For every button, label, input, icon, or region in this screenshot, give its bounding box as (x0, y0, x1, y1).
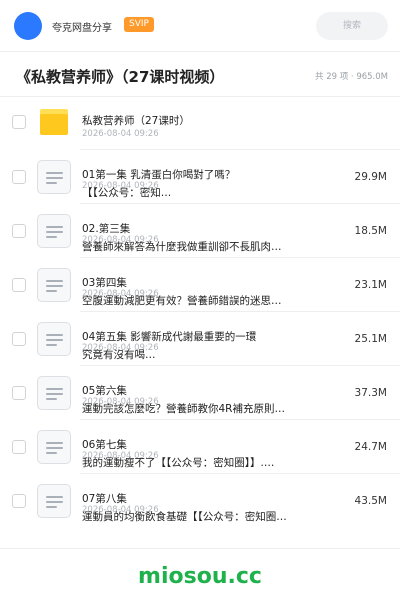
file-description: 空腹運動減肥更有效？營養師錯誤的迷思… (82, 295, 282, 307)
folder-name: 私教营养师（27课时） (82, 115, 190, 127)
file-name: 07第八集 (82, 493, 127, 505)
row-checkbox[interactable] (12, 224, 26, 238)
share-title: 夸克网盘分享 (52, 23, 112, 34)
row-checkbox[interactable] (12, 115, 26, 129)
row-checkbox[interactable] (12, 170, 26, 184)
search-input[interactable]: 搜索 (316, 12, 388, 40)
file-description: 運動完該怎麼吃？營養師教你4R補充原則… (82, 403, 285, 415)
video-file-icon (37, 322, 71, 356)
avatar[interactable] (14, 12, 42, 40)
file-size: 43.5M (354, 495, 387, 507)
divider (0, 548, 400, 549)
file-description: 究竟有沒有喝… (82, 349, 156, 361)
video-file-icon (37, 484, 71, 518)
row-divider (80, 365, 400, 366)
file-name: 05第六集 (82, 385, 127, 397)
file-size: 37.3M (354, 387, 387, 399)
row-checkbox[interactable] (12, 386, 26, 400)
divider (0, 96, 400, 97)
video-file-icon (37, 376, 71, 410)
file-description: 營養師來解答為什麼我做重訓卻不長肌肉… (82, 241, 282, 253)
row-divider (80, 149, 400, 150)
file-size: 29.9M (354, 171, 387, 183)
video-file-icon (37, 214, 71, 248)
item-count: 共 29 项 · 965.0M (315, 72, 388, 82)
file-name: 03第四集 (82, 277, 127, 289)
file-description: 【【公众号：密知… (82, 187, 172, 199)
file-name: 02.第三集 (82, 223, 131, 235)
row-divider (80, 473, 400, 474)
file-name: 01第一集 乳清蛋白你喝對了嗎？ (82, 169, 236, 181)
svip-badge: SVIP (124, 17, 154, 32)
file-size: 23.1M (354, 279, 387, 291)
folder-icon (40, 109, 68, 135)
file-name: 04第五集 影響新成代謝最重要的一環 (82, 331, 257, 343)
folder-date: 2026-08-04 09:26 (82, 129, 159, 139)
row-checkbox[interactable] (12, 278, 26, 292)
page-title: 《私教营养师》（27课时视频） (16, 68, 225, 86)
video-file-icon (37, 268, 71, 302)
video-file-icon (37, 430, 71, 464)
watermark: miosou.cc (138, 564, 262, 589)
row-checkbox[interactable] (12, 440, 26, 454)
row-divider (80, 257, 400, 258)
file-size: 24.7M (354, 441, 387, 453)
file-description: 運動員的均衡飲食基礎【【公众号：密知圈… (82, 511, 287, 523)
row-divider (80, 419, 400, 420)
file-size: 25.1M (354, 333, 387, 345)
row-checkbox[interactable] (12, 332, 26, 346)
top-bar: 夸克网盘分享 SVIP 搜索 (0, 0, 400, 52)
row-divider (80, 203, 400, 204)
row-divider (80, 311, 400, 312)
file-size: 18.5M (354, 225, 387, 237)
file-description: 我的運動瘦不了【【公众号：密知圈】】.… (82, 457, 275, 469)
video-file-icon (37, 160, 71, 194)
file-name: 06第七集 (82, 439, 127, 451)
row-checkbox[interactable] (12, 494, 26, 508)
